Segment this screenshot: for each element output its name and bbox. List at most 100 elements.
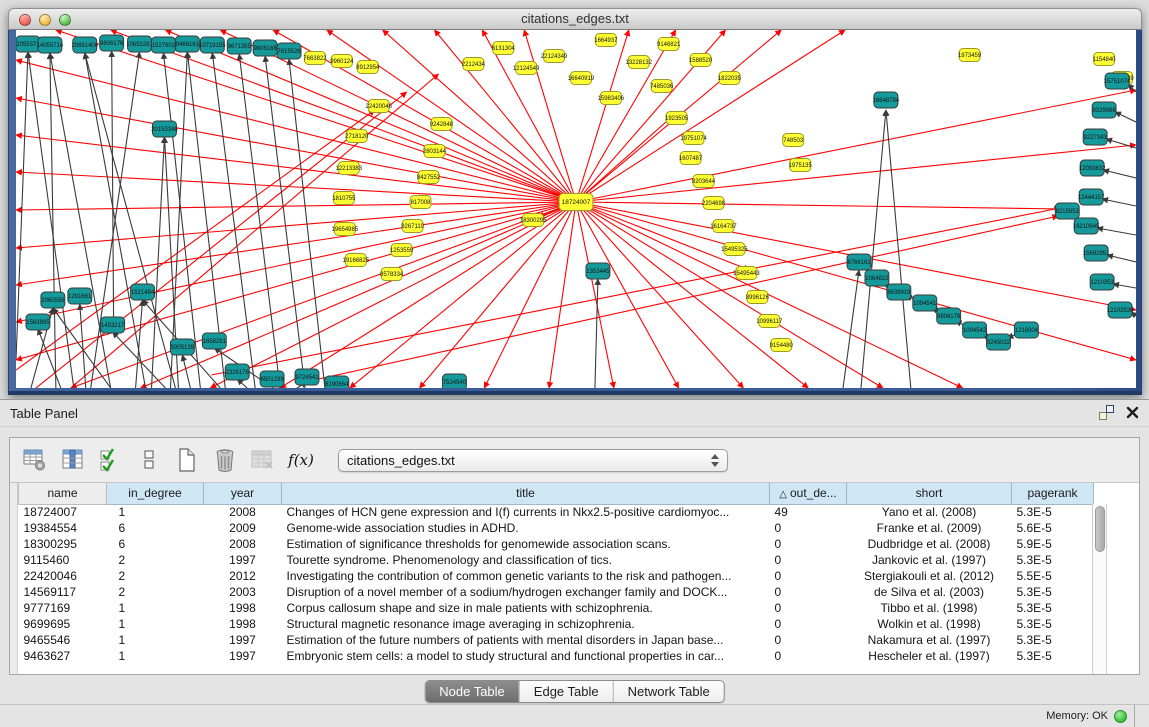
graph-node[interactable]: 7663822 — [303, 52, 327, 65]
graph-node[interactable]: 12103536 — [1107, 302, 1134, 318]
graph-node[interactable]: 14055714 — [37, 37, 64, 53]
graph-node[interactable]: 16640919 — [568, 72, 595, 85]
graph-node[interactable]: 1154840 — [1093, 53, 1116, 66]
table-row[interactable]: 946554611997Estimation of the future num… — [19, 632, 1094, 648]
table-mode-icon[interactable] — [20, 444, 50, 476]
graph-node[interactable]: 2060559 — [41, 292, 65, 308]
graph-node[interactable]: 19751074 — [680, 132, 707, 145]
graph-node[interactable]: 1822035 — [718, 72, 742, 85]
graph-node[interactable]: 19654985 — [332, 223, 359, 236]
graph-node[interactable]: 22124349 — [541, 50, 568, 63]
column-header-out_degree[interactable]: △out_de... — [770, 483, 847, 504]
tab-network-table[interactable]: Network Table — [613, 681, 724, 702]
table-row[interactable]: 977716911998Corpus callosum shape and si… — [19, 600, 1094, 616]
graph-node[interactable]: 1353445 — [586, 263, 610, 279]
graph-node[interactable]: 12093832 — [1079, 160, 1106, 176]
graph-node[interactable]: 20691406 — [71, 37, 98, 53]
table-row[interactable]: 1938455462009Genome-wide association stu… — [19, 520, 1094, 536]
graph-node[interactable]: 9154480 — [770, 339, 794, 352]
table-selector-dropdown[interactable]: citations_edges.txt — [338, 449, 728, 472]
graph-node[interactable]: 8578334 — [380, 268, 404, 281]
graph-node[interactable]: 8427552 — [417, 171, 441, 184]
graph-node[interactable]: 9724541 — [295, 369, 319, 385]
graph-node[interactable]: 2212434 — [462, 58, 486, 71]
graph-node[interactable]: 9806178 — [937, 308, 961, 324]
tab-edge-table[interactable]: Edge Table — [519, 681, 613, 702]
graph-node[interactable]: 8267110 — [401, 220, 424, 233]
graph-node[interactable]: 8766162 — [847, 254, 871, 270]
graph-node[interactable]: 16210645 — [1073, 218, 1100, 234]
memory-status-indicator[interactable] — [1114, 710, 1127, 723]
graph-node[interactable]: 1521494 — [131, 284, 155, 300]
graph-node[interactable]: 18724007 — [559, 194, 593, 211]
graph-node[interactable]: 9227343 — [1083, 129, 1107, 145]
graph-node[interactable]: 5905139 — [170, 339, 194, 355]
graph-node[interactable]: 9242848 — [430, 118, 454, 131]
graph-node[interactable]: 1973459 — [958, 49, 982, 62]
graph-node[interactable]: 15692951 — [1083, 245, 1110, 261]
graph-node[interactable]: 2204698 — [702, 197, 726, 210]
column-header-name[interactable]: name — [19, 483, 107, 504]
graph-node[interactable]: 16164737 — [710, 220, 737, 233]
table-row[interactable]: 2242004622012Investigating the contribut… — [19, 568, 1094, 584]
table-row[interactable]: 911546021997Tourette syndrome. Phenomeno… — [19, 552, 1094, 568]
column-header-in_degree[interactable]: in_degree — [107, 483, 204, 504]
show-columns-icon[interactable] — [58, 444, 88, 476]
window-titlebar[interactable]: citations_edges.txt — [8, 8, 1142, 30]
table-row[interactable]: 1872400712008Changes of HCN gene express… — [19, 504, 1094, 520]
graph-node[interactable]: 20153346 — [151, 121, 178, 137]
graph-node[interactable]: 2326176 — [225, 364, 249, 380]
graph-node[interactable]: 9466161 — [175, 36, 199, 52]
graph-node[interactable]: 10653287 — [126, 36, 153, 52]
graph-node[interactable]: 15751074 — [1104, 73, 1131, 89]
graph-node[interactable]: 22420046 — [365, 100, 392, 113]
tab-node-table[interactable]: Node Table — [425, 681, 519, 702]
delete-entry-icon[interactable] — [210, 444, 240, 476]
scrollbar-thumb[interactable] — [1095, 506, 1105, 552]
graph-node[interactable]: 1094541 — [913, 295, 937, 311]
graph-node[interactable]: 1210353 — [1090, 274, 1114, 290]
graph-node[interactable]: 12444157 — [1078, 189, 1105, 205]
graph-node[interactable]: 8215953 — [1055, 203, 1079, 219]
graph-node[interactable]: 7615526 — [277, 43, 301, 59]
graph-node[interactable]: 8912954 — [356, 61, 380, 74]
graph-node[interactable]: 1253559 — [390, 244, 414, 257]
graph-node[interactable]: 748503 — [783, 134, 804, 147]
graph-node[interactable]: 2803144 — [423, 145, 447, 158]
minimize-window-button[interactable] — [39, 14, 51, 26]
graph-node[interactable]: 1291661 — [68, 288, 92, 304]
column-header-year[interactable]: year — [204, 483, 282, 504]
graph-node[interactable]: 1975135 — [789, 159, 813, 172]
graph-node[interactable]: 1923505 — [665, 112, 689, 125]
graph-node[interactable]: 10719155 — [199, 37, 226, 53]
close-panel-icon[interactable] — [1126, 406, 1139, 419]
new-document-icon[interactable] — [172, 444, 202, 476]
graph-node[interactable]: 9806168 — [253, 40, 277, 56]
zoom-window-button[interactable] — [59, 14, 71, 26]
graph-node[interactable]: 15983406 — [598, 92, 625, 105]
graph-node[interactable]: 10996117 — [756, 315, 783, 328]
graph-node[interactable]: 1810755 — [332, 192, 356, 205]
graph-node[interactable]: 15495325 — [721, 243, 748, 256]
graph-node[interactable]: 12124549 — [513, 62, 540, 75]
graph-node[interactable]: 1664937 — [594, 34, 618, 47]
table-row[interactable]: 946362711997Embryonic stem cells: a mode… — [19, 648, 1094, 664]
graph-node[interactable]: 8203644 — [692, 175, 716, 188]
graph-node[interactable]: 7524540 — [442, 374, 466, 388]
graph-node[interactable]: 1588520 — [689, 54, 713, 67]
graph-node[interactable]: 9146821 — [657, 38, 681, 51]
graph-node[interactable]: 15495443 — [733, 267, 760, 280]
graph-node[interactable]: 8639919 — [887, 284, 911, 300]
graph-node[interactable]: 9606176 — [100, 35, 124, 51]
graph-node[interactable]: 8131304 — [492, 42, 516, 55]
graph-node[interactable]: 6501239 — [260, 371, 284, 387]
column-header-short[interactable]: short — [847, 483, 1012, 504]
close-window-button[interactable] — [19, 14, 31, 26]
graph-node[interactable]: 16648784 — [873, 92, 900, 108]
clear-selection-icon[interactable] — [134, 444, 164, 476]
graph-node[interactable]: 1064822 — [865, 270, 889, 286]
table-scrollbar[interactable] — [1092, 504, 1107, 674]
graph-node[interactable]: 9245022 — [987, 334, 1011, 350]
graph-node[interactable]: 12213383 — [336, 162, 363, 175]
graph-node[interactable]: 18300295 — [520, 214, 547, 227]
